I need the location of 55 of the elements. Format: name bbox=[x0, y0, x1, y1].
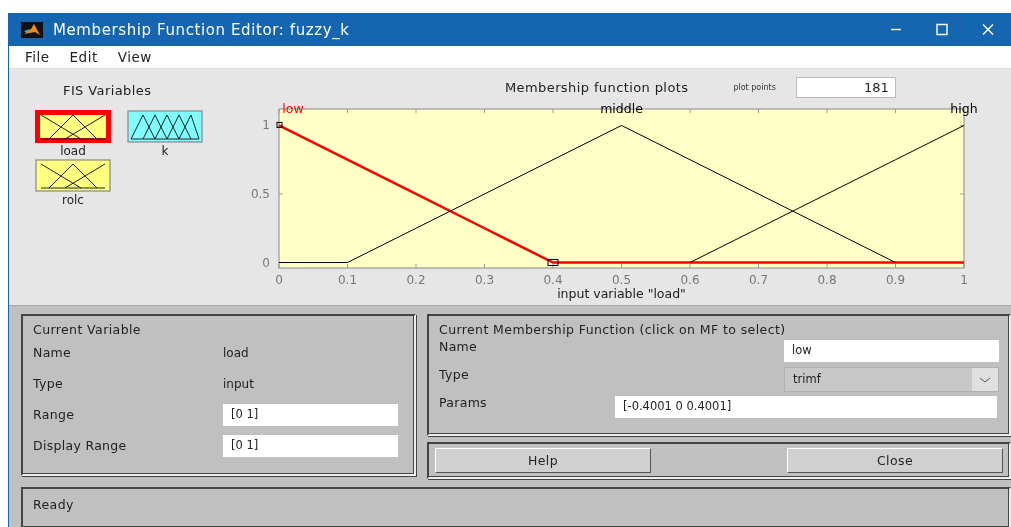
tick-label: 0.8 bbox=[817, 273, 837, 287]
section-title: FIS Variables bbox=[63, 83, 153, 98]
variable-label: k bbox=[161, 143, 169, 159]
tick-label: 0 bbox=[275, 273, 283, 287]
action-button[interactable]: Close bbox=[787, 448, 1003, 473]
axis-label: input variable "load" bbox=[557, 286, 686, 301]
panel-title: Current Variable bbox=[33, 322, 141, 337]
variable-label: rolc bbox=[62, 192, 84, 208]
input-field[interactable]: low bbox=[784, 340, 999, 362]
plot-points-field[interactable]: 181 bbox=[795, 77, 896, 98]
field-value: load bbox=[223, 345, 249, 360]
type-dropdown[interactable]: trimf bbox=[784, 366, 999, 392]
tick-label: 1 bbox=[262, 118, 270, 133]
plot-points-label: plot points bbox=[733, 83, 776, 92]
panel-title: Current Membership Function (click on MF to select) bbox=[439, 322, 786, 337]
triangles-icon[interactable] bbox=[127, 110, 203, 143]
tick-label: 1 bbox=[960, 273, 968, 287]
tick-label: 0.9 bbox=[885, 273, 906, 287]
vertex-handle[interactable] bbox=[547, 259, 559, 266]
action-button[interactable]: Help bbox=[435, 448, 651, 473]
menu-item[interactable]: View bbox=[109, 47, 160, 67]
field-label: Type bbox=[33, 376, 64, 391]
vertex-handle[interactable] bbox=[276, 121, 283, 128]
status-text: Ready bbox=[33, 497, 74, 512]
field-label: Range bbox=[33, 407, 76, 422]
input-field[interactable]: [-0.4001 0 0.4001] bbox=[615, 396, 997, 418]
tick-label: 0.5 bbox=[611, 273, 632, 287]
tick-label: 0.1 bbox=[337, 273, 358, 287]
menu-item[interactable]: Edit bbox=[61, 47, 106, 67]
tick-label: 0.6 bbox=[680, 273, 700, 287]
membership-curve[interactable] bbox=[689, 124, 965, 263]
tick-label: 0.7 bbox=[748, 273, 769, 287]
tick-label: 0.5 bbox=[250, 187, 270, 201]
window-title: Membership Function Editor: fuzzy_k bbox=[53, 20, 351, 39]
field-label: Type bbox=[439, 366, 470, 382]
tick-label: 0.4 bbox=[543, 273, 563, 287]
tick-label: 0.3 bbox=[474, 273, 495, 287]
input-field[interactable]: [0 1] bbox=[223, 434, 398, 457]
variable-label: load bbox=[60, 143, 86, 159]
field-label: Name bbox=[33, 345, 73, 360]
field-label: Params bbox=[439, 394, 488, 410]
plot-title: Membership function plots bbox=[505, 80, 689, 95]
field-label: Display Range bbox=[33, 438, 128, 453]
tick-label: 0.2 bbox=[406, 273, 426, 287]
input-field[interactable]: [0 1] bbox=[223, 403, 398, 426]
crossed-triangles-icon[interactable] bbox=[35, 159, 111, 192]
field-value: input bbox=[223, 376, 254, 391]
curve-label: low bbox=[282, 101, 304, 117]
menu-item[interactable]: File bbox=[17, 47, 58, 67]
app-logo-icon bbox=[21, 21, 43, 38]
crossed-triangles-icon[interactable] bbox=[35, 110, 111, 143]
tick-label: 0 bbox=[262, 255, 270, 270]
curve-label: middle bbox=[600, 101, 643, 117]
field-label: Name bbox=[439, 338, 479, 354]
curve-label: high bbox=[950, 101, 978, 117]
